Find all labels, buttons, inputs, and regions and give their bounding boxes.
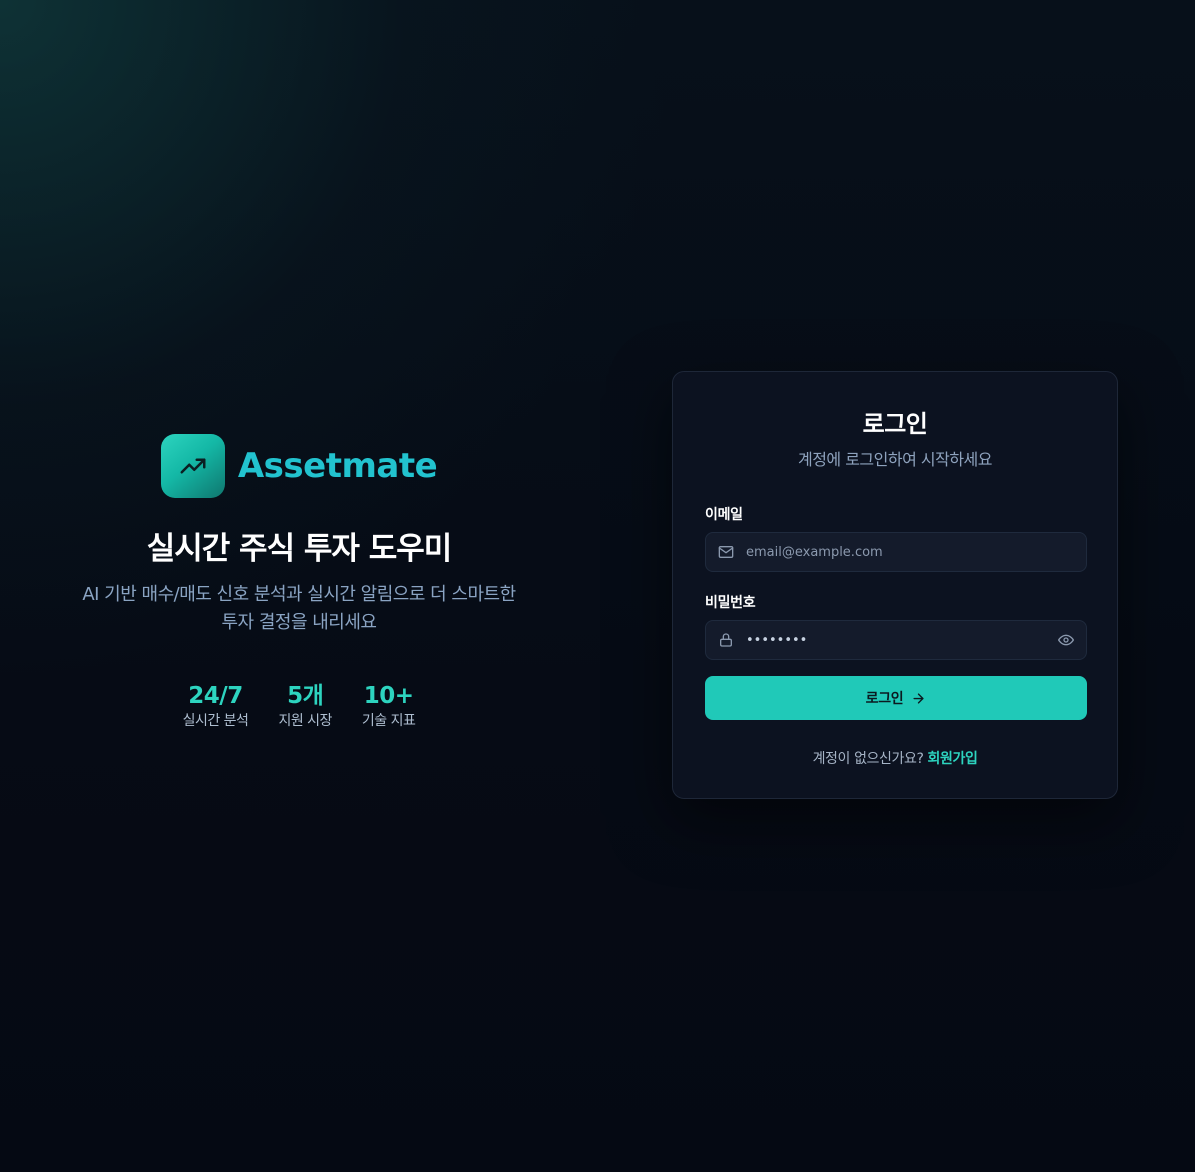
login-subtitle: 계정에 로그인하여 시작하세요 xyxy=(797,450,993,469)
hero-title: 실시간 주식 투자 도우미 xyxy=(146,531,453,567)
hero-section: Assetmate 실시간 주식 투자 도우미 AI 기반 매수/매도 신호 분… xyxy=(60,434,538,731)
login-button[interactable]: 로그인 xyxy=(705,676,1087,720)
stat-label: 실시간 분석 xyxy=(182,713,249,729)
brand-logo xyxy=(160,434,225,498)
email-input[interactable] xyxy=(746,533,1086,571)
login-button-label: 로그인 xyxy=(865,691,904,707)
brand: Assetmate xyxy=(60,434,538,498)
hero-subtitle-line-1: AI 기반 매수/매도 신호 분석과 실시간 알림으로 더 스마트한 xyxy=(82,584,516,605)
arrow-right-icon xyxy=(913,692,924,704)
signup-prompt: 계정이 없으신가요? xyxy=(812,751,924,767)
stat-item: 24/7 실시간 분석 xyxy=(183,683,249,731)
email-label: 이메일 xyxy=(705,507,743,523)
stat-label: 기술 지표 xyxy=(361,713,416,729)
brand-name: Assetmate xyxy=(237,446,438,486)
stat-value: 5개 xyxy=(287,683,324,709)
stat-value: 10+ xyxy=(363,683,414,709)
signup-row: 계정이 없으신가요? 회원가입 xyxy=(673,748,1117,768)
lock-icon xyxy=(706,632,746,648)
hero-subtitle: AI 기반 매수/매도 신호 분석과 실시간 알림으로 더 스마트한 투자 결정… xyxy=(60,581,538,637)
stat-value: 24/7 xyxy=(188,683,243,709)
signup-link[interactable]: 회원가입 xyxy=(928,751,978,767)
stat-item: 10+ 기술 지표 xyxy=(361,683,416,731)
stat-item: 5개 지원 시장 xyxy=(278,683,332,731)
password-label: 비밀번호 xyxy=(705,595,756,611)
trending-up-icon xyxy=(180,458,206,474)
password-field[interactable] xyxy=(705,620,1087,660)
email-field[interactable] xyxy=(705,532,1087,572)
login-title: 로그인 xyxy=(862,410,928,438)
password-input[interactable] xyxy=(746,621,1046,659)
stats: 24/7 실시간 분석 5개 지원 시장 10+ 기술 지표 xyxy=(60,683,538,731)
mail-icon xyxy=(706,544,746,560)
hero-subtitle-line-2: 투자 결정을 내리세요 xyxy=(221,612,377,633)
eye-icon[interactable] xyxy=(1046,620,1086,660)
stat-label: 지원 시장 xyxy=(278,713,332,729)
login-card: 로그인 계정에 로그인하여 시작하세요 이메일 비밀번호 로그인 xyxy=(672,371,1118,799)
